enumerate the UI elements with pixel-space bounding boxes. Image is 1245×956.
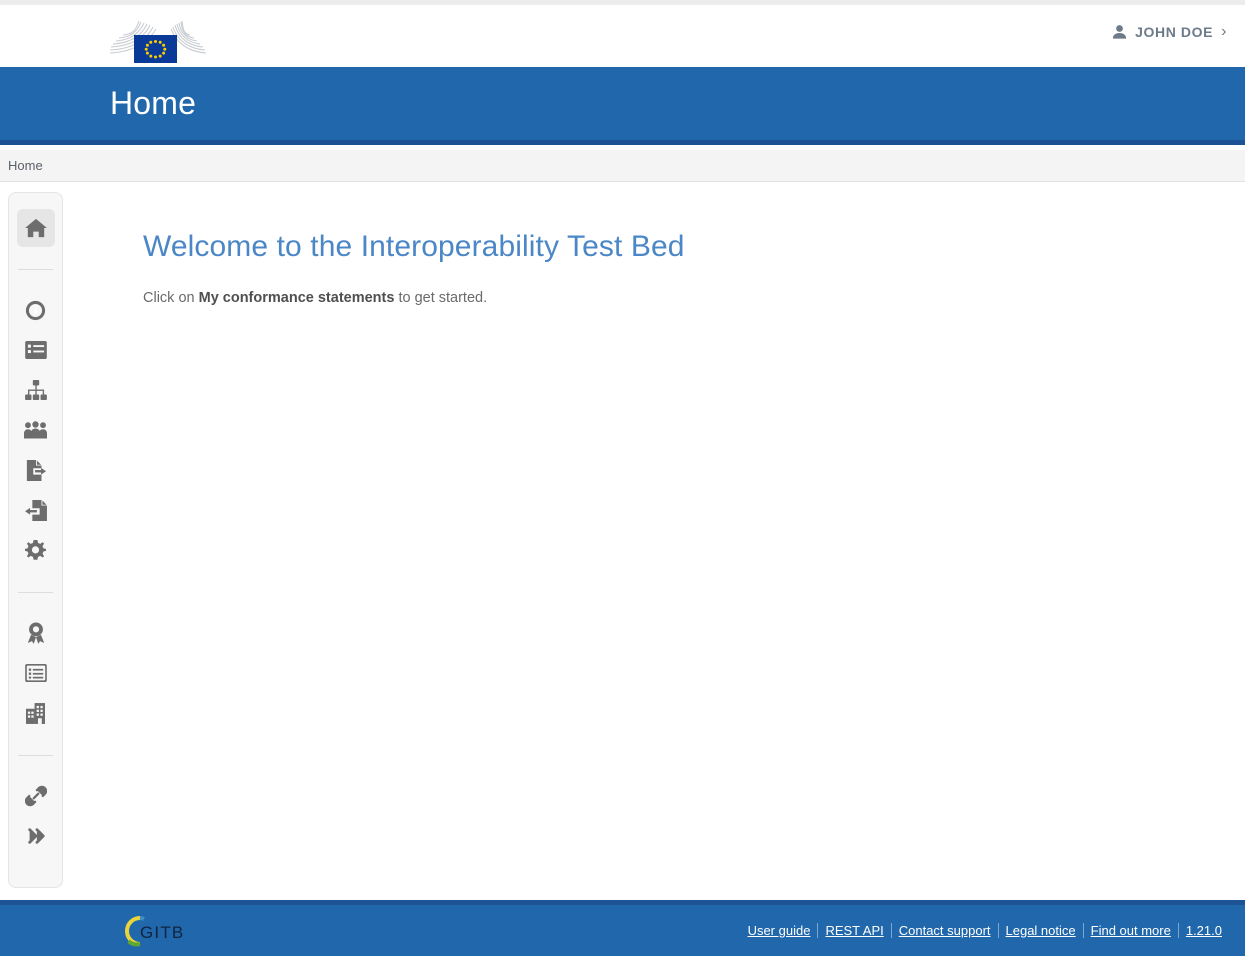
page-header: Home [0,67,1245,145]
footer-link-contact-support[interactable]: Contact support [892,923,998,938]
tachometer-icon [25,300,46,321]
topbar: JOHN DOE › [0,5,1245,67]
sidebar-item-settings[interactable] [17,531,55,569]
gitb-logo: GITB [110,914,190,948]
footer-link-version[interactable]: 1.21.0 [1179,923,1229,938]
sidebar-item-home[interactable] [16,209,55,247]
sidebar-item-import[interactable] [17,491,55,529]
sidebar-item-conformance-certificates[interactable] [17,614,55,652]
app-root: JOHN DOE › Home Home Welcome to the Inte… [0,0,1245,956]
user-icon [1112,24,1127,40]
file-export-icon [25,459,47,481]
list-icon [24,341,47,359]
intro-prefix: Click on [143,290,199,306]
sidebar-divider-1 [18,269,53,270]
breadcrumb-item-home[interactable]: Home [8,158,43,173]
footer-link-legal-notice[interactable]: Legal notice [999,923,1083,938]
breadcrumb: Home [0,150,1245,182]
building-icon [26,702,45,724]
award-icon [26,622,46,644]
double-chevron-right-icon [25,826,47,846]
page-title: Home [110,85,197,121]
european-commission-logo [108,13,208,63]
home-icon [24,218,47,238]
footer-link-rest-api[interactable]: REST API [818,923,890,938]
ec-logo-svg [109,20,207,63]
chevron-right-icon: › [1221,23,1227,40]
footer-links: User guide REST API Contact support Lega… [741,923,1229,938]
link-icon [24,785,47,807]
sidebar-item-expand-menu[interactable] [17,817,55,855]
sitemap-icon [24,380,47,400]
list-alt-icon [24,664,47,682]
footer-link-user-guide[interactable]: User guide [741,923,818,938]
sidebar-divider-3 [18,755,53,756]
users-icon [24,420,47,440]
file-import-icon [24,499,47,521]
user-menu[interactable]: JOHN DOE › [1112,23,1227,41]
sidebar-item-dashboard[interactable] [17,291,55,329]
welcome-title: Welcome to the Interoperability Test Bed [143,230,685,263]
footer: GITB User guide REST API Contact support… [0,900,1245,956]
sidebar-item-domains[interactable] [17,371,55,409]
sidebar-item-communities[interactable] [17,411,55,449]
footer-link-find-out-more[interactable]: Find out more [1084,923,1178,938]
welcome-intro: Click on My conformance statements to ge… [143,290,1235,306]
sidebar [8,192,63,888]
user-name: JOHN DOE [1135,24,1214,40]
sidebar-item-sessions[interactable] [17,654,55,692]
intro-strong: My conformance statements [198,290,395,306]
svg-text:GITB: GITB [140,923,184,942]
sidebar-divider-2 [18,592,53,593]
gitb-logo-svg: GITB [125,915,184,946]
sidebar-item-links[interactable] [17,777,55,815]
main-content: Welcome to the Interoperability Test Bed… [75,192,1235,306]
sidebar-item-export[interactable] [17,451,55,489]
sidebar-item-organisations[interactable] [17,694,55,732]
gear-icon [25,539,46,561]
sidebar-item-conformance-statements[interactable] [17,331,55,369]
intro-suffix: to get started. [394,290,488,306]
eu-flag [134,35,177,63]
